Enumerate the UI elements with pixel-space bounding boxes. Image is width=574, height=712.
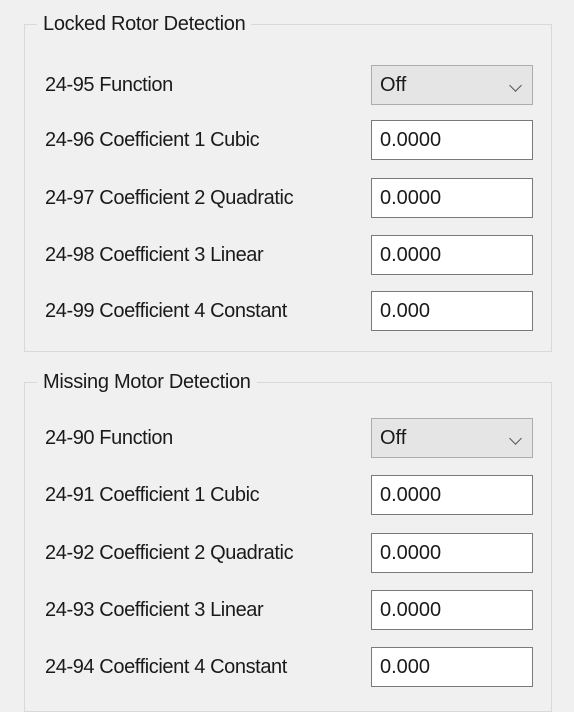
group-title-missing-motor: Missing Motor Detection [37,369,257,395]
row-24-95-function: 24-95 Function Off [45,65,533,105]
label-24-97-coef2: 24-97 Coefficient 2 Quadratic [45,187,294,209]
row-24-93-coef3: 24-93 Coefficient 3 Linear 0.0000 [45,590,533,630]
input-24-93-coef3[interactable]: 0.0000 [371,590,533,630]
select-value-24-95: Off [380,74,407,96]
chevron-down-icon [509,79,522,92]
input-24-91-coef1[interactable]: 0.0000 [371,475,533,515]
input-24-97-coef2[interactable]: 0.0000 [371,178,533,218]
input-24-96-coef1[interactable]: 0.0000 [371,120,533,160]
label-24-94-coef4: 24-94 Coefficient 4 Constant [45,656,287,678]
input-24-99-coef4[interactable]: 0.000 [371,291,533,331]
locked-rotor-detection-group: Locked Rotor Detection 24-95 Function Of… [24,11,552,352]
row-24-98-coef3: 24-98 Coefficient 3 Linear 0.0000 [45,235,533,275]
input-24-92-coef2[interactable]: 0.0000 [371,533,533,573]
label-24-91-coef1: 24-91 Coefficient 1 Cubic [45,484,260,506]
label-24-99-coef4: 24-99 Coefficient 4 Constant [45,300,287,322]
input-24-98-coef3[interactable]: 0.0000 [371,235,533,275]
row-24-97-coef2: 24-97 Coefficient 2 Quadratic 0.0000 [45,178,533,218]
label-24-96-coef1: 24-96 Coefficient 1 Cubic [45,129,260,151]
label-24-92-coef2: 24-92 Coefficient 2 Quadratic [45,542,294,564]
row-24-91-coef1: 24-91 Coefficient 1 Cubic 0.0000 [45,475,533,515]
select-24-95-function[interactable]: Off [371,65,533,105]
row-24-90-function: 24-90 Function Off [45,418,533,458]
label-24-95-function: 24-95 Function [45,74,173,96]
label-24-98-coef3: 24-98 Coefficient 3 Linear [45,244,264,266]
label-24-93-coef3: 24-93 Coefficient 3 Linear [45,599,264,621]
select-24-90-function[interactable]: Off [371,418,533,458]
select-value-24-90: Off [380,427,407,449]
row-24-92-coef2: 24-92 Coefficient 2 Quadratic 0.0000 [45,533,533,573]
row-24-99-coef4: 24-99 Coefficient 4 Constant 0.000 [45,291,533,331]
input-24-94-coef4[interactable]: 0.000 [371,647,533,687]
group-title-locked-rotor: Locked Rotor Detection [37,11,252,37]
chevron-down-icon [509,432,522,445]
missing-motor-detection-group: Missing Motor Detection 24-90 Function O… [24,369,552,712]
row-24-94-coef4: 24-94 Coefficient 4 Constant 0.000 [45,647,533,687]
label-24-90-function: 24-90 Function [45,427,173,449]
row-24-96-coef1: 24-96 Coefficient 1 Cubic 0.0000 [45,120,533,160]
